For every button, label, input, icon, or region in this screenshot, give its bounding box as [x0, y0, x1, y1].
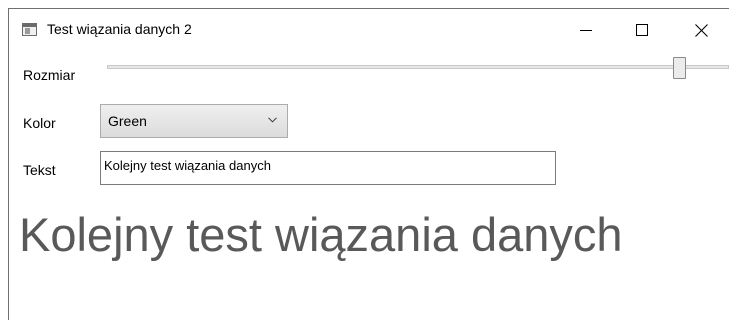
color-combobox-value: Green	[108, 113, 147, 129]
title-bar[interactable]: Test wiązania danych 2	[9, 9, 729, 51]
window-app-icon	[22, 23, 37, 36]
text-input[interactable]	[101, 152, 558, 178]
text-label: Tekst	[23, 162, 56, 178]
preview-text: Kolejny test wiązania danych	[19, 208, 623, 261]
minimize-icon	[580, 30, 592, 31]
chevron-down-icon	[268, 117, 277, 123]
size-slider[interactable]	[107, 57, 729, 79]
color-label: Kolor	[23, 115, 56, 131]
minimize-button[interactable]	[563, 9, 609, 51]
close-icon	[694, 23, 708, 37]
maximize-icon	[636, 24, 648, 36]
close-button[interactable]	[678, 9, 724, 51]
size-label: Rozmiar	[23, 67, 76, 83]
maximize-button[interactable]	[619, 9, 665, 51]
app-window: Test wiązania danych 2 Rozmiar Kolor Gre…	[8, 8, 729, 320]
window-title: Test wiązania danych 2	[47, 21, 192, 37]
text-field-box[interactable]	[100, 151, 558, 185]
slider-thumb[interactable]	[673, 57, 686, 79]
slider-track[interactable]	[107, 65, 729, 69]
color-combobox[interactable]: Green	[100, 104, 288, 138]
